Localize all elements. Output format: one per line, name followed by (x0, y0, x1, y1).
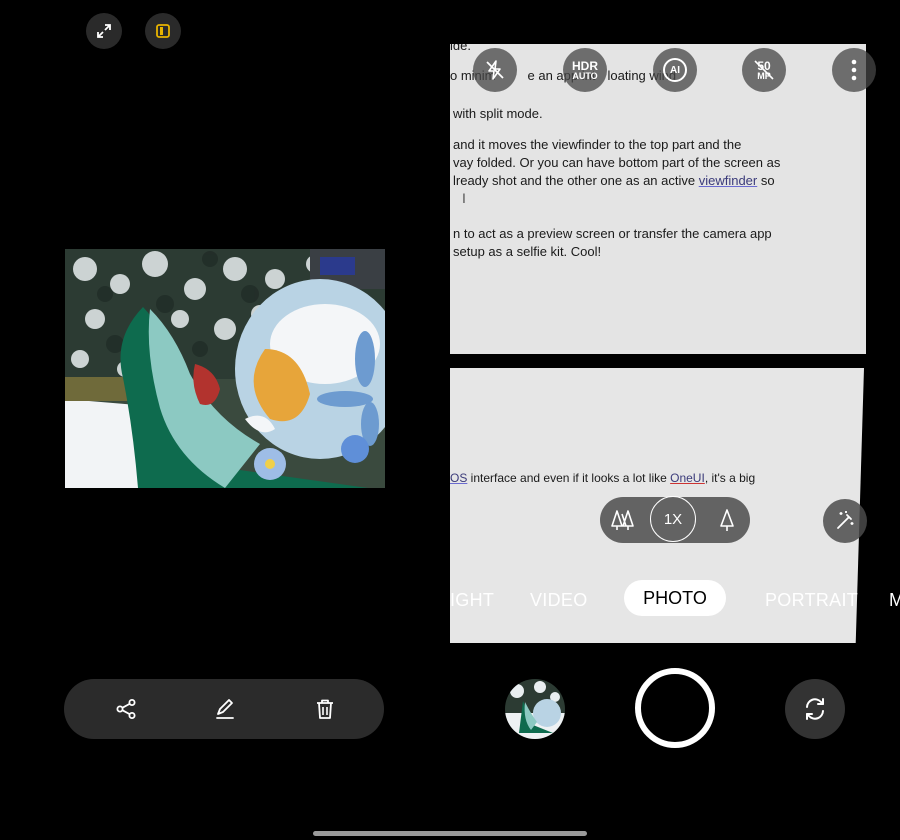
share-button[interactable] (111, 694, 141, 724)
doc-line: ide. (450, 44, 471, 53)
gallery-action-bar (64, 679, 384, 739)
panel-layout-icon (156, 24, 170, 38)
tree-tele-icon (720, 509, 734, 531)
mode-photo[interactable]: PHOTO (624, 580, 726, 616)
megapixel-button[interactable]: 50 MP (742, 48, 786, 92)
trash-icon (317, 699, 333, 719)
flip-camera-icon (806, 698, 824, 720)
more-options-button[interactable] (832, 48, 876, 92)
doc-line: with split mode. (453, 106, 543, 121)
doc-line: vay folded. Or you can have bottom part … (453, 155, 781, 170)
camera-viewfinder[interactable]: ide. o minime an app intloating wind wit… (450, 44, 870, 644)
mode-night[interactable]: IGHT (450, 590, 494, 611)
last-photo-thumbnail[interactable] (505, 679, 565, 739)
text-cursor-icon: I (462, 190, 466, 206)
doc-line: OS interface and even if it looks a lot … (450, 471, 756, 485)
trees-wide-icon (611, 510, 634, 530)
doc-line: setup as a selfie kit. Cool! (453, 244, 602, 259)
viewfinder-document-top: ide. o minime an app intloating wind wit… (450, 44, 866, 354)
ai-label: AI (663, 58, 687, 82)
gallery-photo (65, 249, 385, 488)
panel-layout-button[interactable] (145, 13, 181, 49)
zoom-control: 1X (600, 496, 750, 543)
flip-camera-button[interactable] (785, 679, 845, 739)
doc-line: and it moves the viewfinder to the top p… (453, 137, 742, 152)
expand-button[interactable] (86, 13, 122, 49)
delete-button[interactable] (310, 694, 340, 724)
zoom-wide-button[interactable] (610, 508, 636, 532)
flash-off-icon (486, 60, 504, 80)
edit-icon (216, 699, 234, 719)
mode-video[interactable]: VIDEO (530, 590, 588, 611)
more-vertical-icon (851, 59, 857, 81)
expand-icon (97, 24, 111, 38)
mode-more[interactable]: M (889, 590, 900, 611)
ai-scene-button[interactable]: AI (653, 48, 697, 92)
zoom-1x-button[interactable]: 1X (650, 496, 696, 542)
hdr-sub-label: AUTO (572, 70, 598, 81)
mp-off-slash-icon (754, 60, 774, 80)
home-indicator[interactable] (313, 831, 587, 836)
zoom-tele-button[interactable] (717, 508, 737, 532)
effects-button[interactable] (823, 499, 867, 543)
hdr-label: HDR (572, 58, 598, 73)
shutter-button[interactable] (635, 668, 715, 748)
flash-button[interactable] (473, 48, 517, 92)
doc-line: n to act as a preview screen or transfer… (453, 226, 772, 241)
hdr-button[interactable]: HDR AUTO (563, 48, 607, 92)
share-icon (116, 699, 136, 719)
mode-portrait[interactable]: PORTRAIT (765, 590, 858, 611)
doc-line: lready shot and the other one as an acti… (453, 173, 775, 188)
edit-button[interactable] (210, 694, 240, 724)
magic-wand-icon (837, 511, 854, 529)
